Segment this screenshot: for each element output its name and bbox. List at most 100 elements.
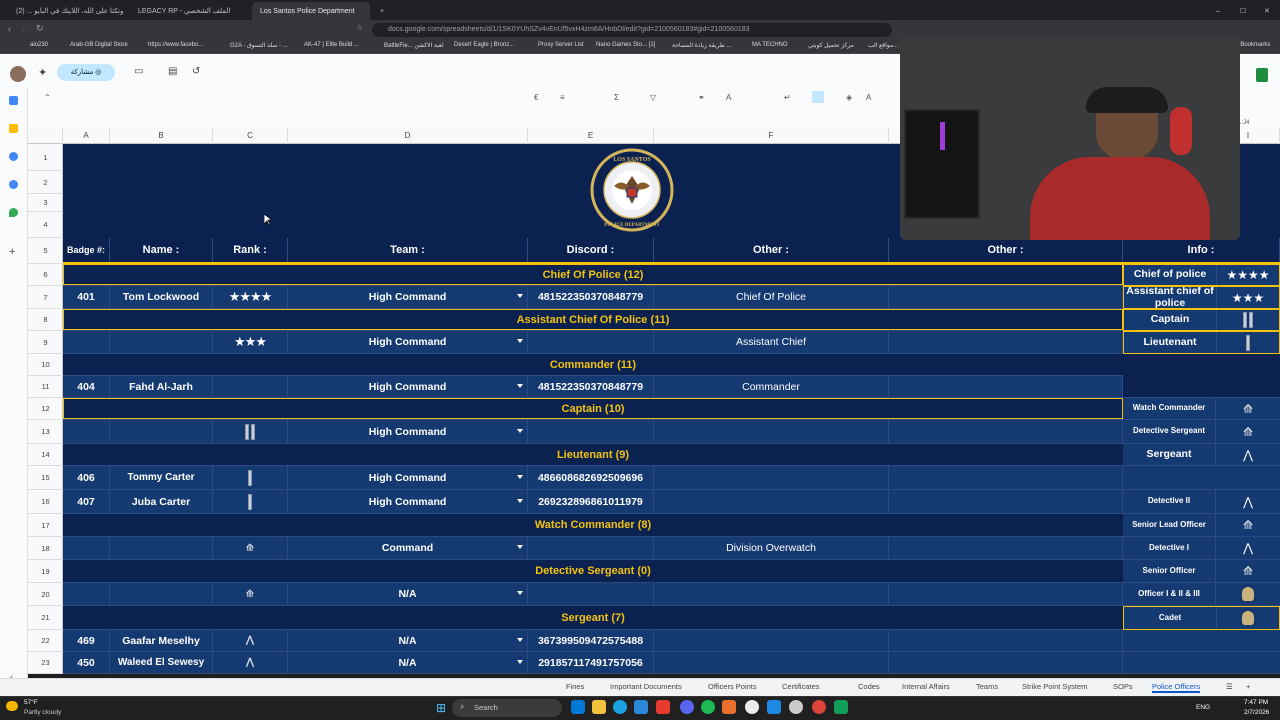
- row-header[interactable]: 15: [28, 466, 63, 490]
- dropdown-arrow-icon[interactable]: [517, 339, 523, 343]
- collapse-icon[interactable]: ⌃: [44, 93, 51, 102]
- bookmark-item[interactable]: G2A - سلة التسوق - ...: [230, 42, 288, 49]
- other-cell[interactable]: [654, 466, 889, 489]
- column-header[interactable]: C: [213, 128, 288, 144]
- row-header[interactable]: 16: [28, 490, 63, 514]
- merge-cells-icon[interactable]: [812, 91, 824, 103]
- name-cell[interactable]: Gaafar Meselhy: [110, 630, 213, 651]
- browser-tab-2[interactable]: LEGACY RP - الملف الشخصي: [130, 2, 248, 20]
- other-cell-2[interactable]: [889, 420, 1123, 443]
- avatar[interactable]: [10, 66, 26, 82]
- badge-cell[interactable]: 469: [63, 630, 110, 651]
- row-header[interactable]: 11: [28, 376, 63, 398]
- badge-cell[interactable]: 401: [63, 286, 110, 308]
- dropdown-arrow-icon[interactable]: [517, 294, 523, 298]
- other-cell[interactable]: [654, 652, 889, 673]
- dropdown-arrow-icon[interactable]: [517, 659, 523, 664]
- row-header[interactable]: 17: [28, 514, 63, 537]
- team-dropdown[interactable]: N/A: [288, 630, 528, 651]
- meet-icon[interactable]: ▭: [134, 66, 143, 77]
- bookmark-item[interactable]: MA TECHNO: [752, 42, 788, 48]
- name-cell[interactable]: [110, 420, 213, 443]
- dropdown-arrow-icon[interactable]: [517, 545, 523, 549]
- spotify-icon[interactable]: [701, 700, 715, 714]
- row-header[interactable]: 3: [28, 194, 63, 212]
- bookmark-item[interactable]: https://www.facebo...: [148, 42, 203, 48]
- discord-cell[interactable]: 269232896861011979: [528, 490, 654, 513]
- dropdown-arrow-icon[interactable]: [517, 637, 523, 642]
- discord-cell[interactable]: 486608682692509696: [528, 466, 654, 489]
- discord-cell[interactable]: [528, 537, 654, 559]
- column-header[interactable]: A: [63, 128, 110, 144]
- tab-teams[interactable]: Teams: [976, 682, 998, 691]
- badge-cell[interactable]: 406: [63, 466, 110, 489]
- wrap-icon[interactable]: ↵: [784, 93, 791, 102]
- other-cell[interactable]: Assistant Chief: [654, 331, 889, 353]
- column-header[interactable]: F: [654, 128, 889, 144]
- rank-insignia[interactable]: [213, 376, 288, 397]
- discord-cell[interactable]: 291857117491757056: [528, 652, 654, 673]
- dropdown-arrow-icon[interactable]: [517, 498, 523, 503]
- start-icon[interactable]: ⊞: [436, 701, 446, 715]
- contacts-icon[interactable]: [9, 180, 18, 189]
- other-cell[interactable]: [654, 420, 889, 443]
- comments-icon[interactable]: ▤: [168, 66, 177, 77]
- discord-icon[interactable]: [680, 700, 694, 714]
- file-explorer-icon[interactable]: [592, 700, 606, 714]
- bookmark-item[interactable]: مواقع الب...: [868, 42, 898, 49]
- back-icon[interactable]: ‹: [8, 24, 11, 34]
- minimize-icon[interactable]: –: [1208, 2, 1228, 20]
- row-header[interactable]: 7: [28, 286, 63, 309]
- other-cell[interactable]: Division Overwatch: [654, 537, 889, 559]
- row-header[interactable]: 6: [28, 264, 63, 286]
- row-header[interactable]: 18: [28, 537, 63, 560]
- team-dropdown[interactable]: High Command: [288, 331, 528, 353]
- app-icon[interactable]: [767, 700, 781, 714]
- tab-strike-point-system[interactable]: Strike Point System: [1022, 682, 1087, 691]
- badge-cell[interactable]: [63, 537, 110, 559]
- badge-cell[interactable]: 407: [63, 490, 110, 513]
- clock-time[interactable]: 7:47 PM: [1244, 699, 1268, 706]
- discord-cell[interactable]: 481522350370848779: [528, 286, 654, 308]
- bookmark-item[interactable]: aio230: [30, 42, 48, 48]
- discord-cell[interactable]: 481522350370848779: [528, 376, 654, 397]
- dropdown-arrow-icon[interactable]: [517, 474, 523, 479]
- bookmark-item[interactable]: AK-47 | Elite Build ...: [304, 42, 359, 48]
- bookmark-item[interactable]: طريقة زيادة المساحة ...: [672, 42, 731, 49]
- bold-icon[interactable]: A: [866, 93, 871, 102]
- clock-date[interactable]: 2/7/2026: [1244, 709, 1269, 716]
- add-sheet-icon[interactable]: +: [1246, 682, 1250, 691]
- name-cell[interactable]: Tom Lockwood: [110, 286, 213, 308]
- edge-icon[interactable]: [613, 700, 627, 714]
- team-dropdown[interactable]: N/A: [288, 583, 528, 605]
- tab-codes[interactable]: Codes: [858, 682, 880, 691]
- other-cell-2[interactable]: [889, 583, 1123, 605]
- column-header[interactable]: E: [528, 128, 654, 144]
- other-cell[interactable]: Chief Of Police: [654, 286, 889, 308]
- other-cell[interactable]: [654, 583, 889, 605]
- task-view-icon[interactable]: [571, 700, 585, 714]
- discord-cell[interactable]: [528, 331, 654, 353]
- tab-officers-points[interactable]: Officers Points: [708, 682, 757, 691]
- dropdown-arrow-icon[interactable]: [517, 383, 523, 388]
- name-cell[interactable]: [110, 583, 213, 605]
- other-cell-2[interactable]: [889, 331, 1123, 353]
- maximize-icon[interactable]: ☐: [1232, 2, 1252, 20]
- chevron-insignia-icon[interactable]: ⋀: [213, 630, 288, 651]
- team-dropdown[interactable]: High Command: [288, 420, 528, 443]
- row-header[interactable]: 23: [28, 652, 63, 674]
- other-cell[interactable]: [654, 630, 889, 651]
- name-cell[interactable]: Tommy Carter: [110, 466, 213, 489]
- bookmark-item[interactable]: Nano Games Sto... [1]: [596, 42, 655, 48]
- all-sheets-icon[interactable]: ☰: [1226, 682, 1233, 691]
- maps-icon[interactable]: [9, 208, 18, 217]
- row-header[interactable]: 10: [28, 354, 63, 376]
- row-header[interactable]: 13: [28, 420, 63, 444]
- bookmark-star-icon[interactable]: ☆: [356, 23, 363, 32]
- chevron-insignia-icon[interactable]: ⟰: [213, 583, 288, 605]
- row-header[interactable]: 12: [28, 398, 63, 420]
- row-header[interactable]: 5: [28, 238, 63, 264]
- badge-cell[interactable]: [63, 583, 110, 605]
- badge-cell[interactable]: 404: [63, 376, 110, 397]
- name-cell[interactable]: Waleed El Sewesy: [110, 652, 213, 673]
